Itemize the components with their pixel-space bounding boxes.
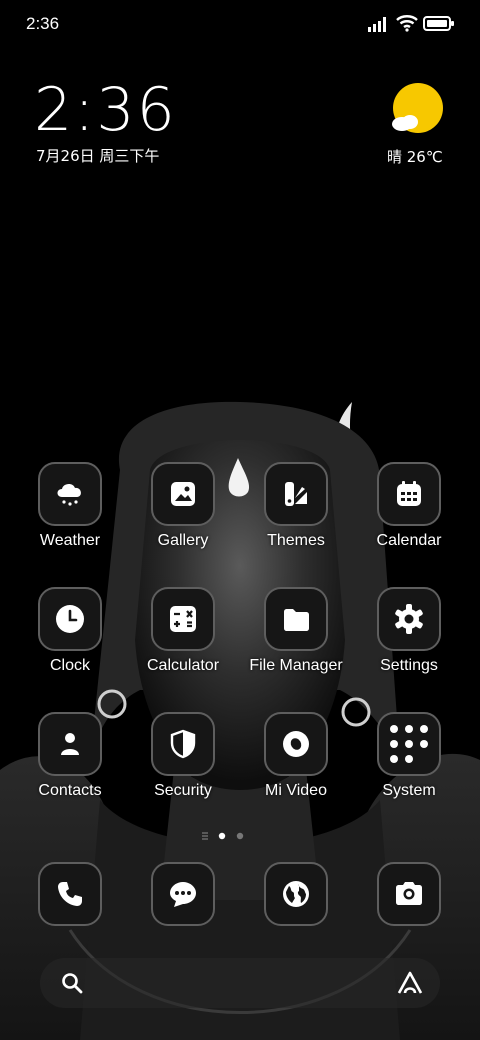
lockscreen-clock[interactable]: 2:36 bbox=[34, 74, 177, 146]
brush-icon bbox=[285, 482, 307, 506]
cloud-rain-icon bbox=[57, 483, 81, 506]
app-label: Settings bbox=[380, 657, 438, 674]
app-tile[interactable] bbox=[151, 712, 215, 776]
app-label: Contacts bbox=[38, 782, 102, 799]
app-label: Calculator bbox=[146, 657, 220, 674]
app-label: Calendar bbox=[376, 532, 442, 549]
app-weather[interactable]: Weather bbox=[14, 462, 126, 550]
dock-phone[interactable] bbox=[14, 862, 126, 926]
battery-icon bbox=[423, 16, 454, 31]
app-system-folder[interactable]: System bbox=[353, 712, 465, 800]
app-label: Mi Video bbox=[265, 782, 327, 799]
message-icon bbox=[170, 882, 196, 907]
status-time: 2:36 bbox=[26, 14, 60, 33]
app-tile[interactable] bbox=[264, 587, 328, 651]
app-label: Clock bbox=[49, 657, 90, 674]
app-label: Gallery bbox=[157, 532, 209, 549]
dock-messaging[interactable] bbox=[127, 862, 239, 926]
app-tile[interactable] bbox=[151, 862, 215, 926]
app-clock[interactable]: Clock bbox=[14, 587, 126, 675]
app-label: File Manager bbox=[249, 657, 343, 674]
app-tile[interactable] bbox=[377, 712, 441, 776]
person-icon bbox=[61, 733, 79, 755]
app-tile[interactable] bbox=[38, 587, 102, 651]
app-label: System bbox=[382, 782, 436, 799]
date-label: 7月26日 周三下午 bbox=[36, 147, 160, 165]
dock-camera[interactable] bbox=[353, 862, 465, 926]
app-contacts[interactable]: Contacts bbox=[14, 712, 126, 800]
wifi-icon bbox=[396, 15, 418, 32]
gear-icon bbox=[395, 604, 423, 634]
image-icon bbox=[171, 482, 195, 506]
camera-icon bbox=[396, 882, 422, 905]
search-bar[interactable] bbox=[40, 958, 440, 1008]
app-gallery[interactable]: Gallery bbox=[127, 462, 239, 550]
calculator-icon bbox=[170, 606, 196, 632]
page-indicator[interactable] bbox=[200, 830, 260, 842]
app-label: Security bbox=[154, 782, 212, 799]
app-tile[interactable] bbox=[38, 462, 102, 526]
status-bar: 2:36 bbox=[0, 0, 480, 50]
browser-icon bbox=[283, 881, 309, 907]
phone-icon bbox=[58, 882, 82, 906]
dock-browser[interactable] bbox=[240, 862, 352, 926]
app-file-manager[interactable]: File Manager bbox=[240, 587, 352, 675]
app-tile[interactable] bbox=[377, 462, 441, 526]
app-calculator[interactable]: Calculator bbox=[127, 587, 239, 675]
app-tile[interactable] bbox=[377, 587, 441, 651]
sunny-icon[interactable] bbox=[390, 82, 446, 138]
folder-icon bbox=[284, 609, 309, 631]
app-mi-video[interactable]: Mi Video bbox=[240, 712, 352, 800]
search-icon[interactable] bbox=[60, 971, 84, 995]
calendar-icon bbox=[397, 481, 421, 506]
app-tile[interactable] bbox=[264, 712, 328, 776]
shield-icon bbox=[170, 729, 196, 759]
app-label: Weather bbox=[39, 532, 101, 549]
app-security[interactable]: Security bbox=[127, 712, 239, 800]
app-settings[interactable]: Settings bbox=[353, 587, 465, 675]
app-tile[interactable] bbox=[264, 462, 328, 526]
assistant-icon[interactable] bbox=[396, 970, 424, 996]
app-tile[interactable] bbox=[151, 587, 215, 651]
signal-icon bbox=[368, 17, 386, 32]
app-calendar[interactable]: Calendar bbox=[353, 462, 465, 550]
app-label: Themes bbox=[267, 532, 325, 549]
app-tile[interactable] bbox=[38, 862, 102, 926]
clock-icon bbox=[56, 605, 84, 633]
app-tile[interactable] bbox=[38, 712, 102, 776]
app-themes[interactable]: Themes bbox=[240, 462, 352, 550]
folder-grid-icon bbox=[390, 725, 428, 763]
weather-label: 晴 26℃ bbox=[387, 148, 443, 166]
app-tile[interactable] bbox=[377, 862, 441, 926]
play-icon bbox=[283, 731, 309, 757]
app-tile[interactable] bbox=[264, 862, 328, 926]
app-tile[interactable] bbox=[151, 462, 215, 526]
